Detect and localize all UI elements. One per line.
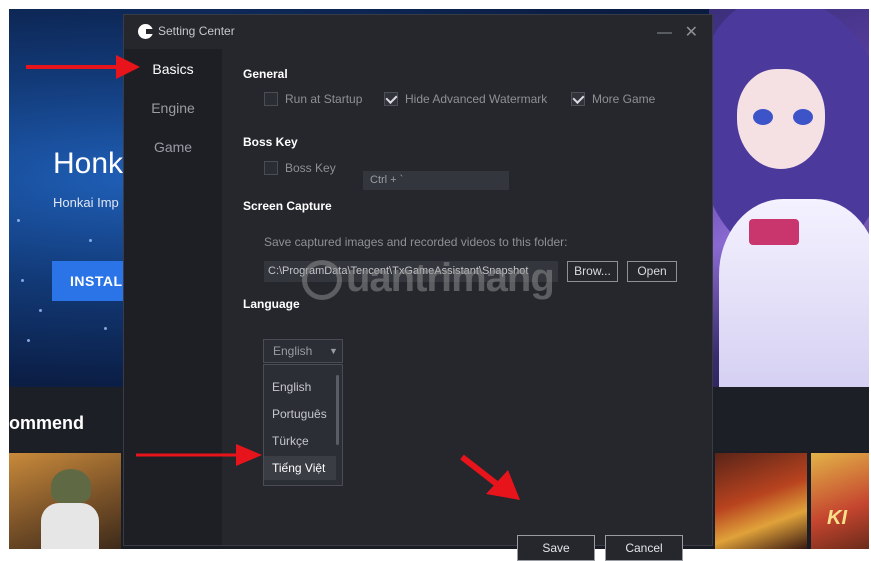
boss-key-shortcut-field[interactable]: Ctrl + ` [363, 171, 509, 190]
game-thumbnail[interactable] [811, 453, 869, 549]
section-title-language: Language [243, 297, 300, 311]
hero-artwork [709, 9, 869, 387]
language-select[interactable]: English ▼ [263, 339, 343, 363]
option-label: Run at Startup [285, 92, 363, 106]
game-thumbnail[interactable] [715, 453, 807, 549]
checkbox-checked-icon[interactable] [571, 92, 585, 106]
checkbox-icon[interactable] [264, 161, 278, 175]
option-label: Boss Key [285, 161, 336, 175]
open-folder-button[interactable]: Open [627, 261, 677, 282]
dialog-title: Setting Center [158, 24, 235, 38]
red-arrow-icon [460, 454, 520, 500]
hero-title: Honk [53, 147, 124, 180]
hide-watermark-option[interactable]: Hide Advanced Watermark [384, 92, 547, 106]
cancel-button[interactable]: Cancel [605, 535, 683, 561]
boss-key-option[interactable]: Boss Key [264, 161, 336, 175]
more-game-option[interactable]: More Game [571, 92, 655, 106]
capture-folder-path-field[interactable]: C:\ProgramData\Tencent\TxGameAssistant\S… [264, 261, 558, 282]
browse-button[interactable]: Brow... [567, 261, 618, 282]
language-option-turkce[interactable]: Türkçe [264, 429, 336, 453]
recommend-heading: ommend [9, 413, 85, 433]
minimize-icon[interactable]: — [657, 24, 672, 41]
option-label: More Game [592, 92, 656, 106]
checkbox-checked-icon[interactable] [384, 92, 398, 106]
save-button[interactable]: Save [517, 535, 595, 561]
option-label: Hide Advanced Watermark [405, 92, 548, 106]
language-option-portugues[interactable]: Português [264, 402, 336, 426]
chevron-down-icon: ▼ [329, 346, 338, 356]
language-dropdown: English Português Türkçe Tiếng Việt [263, 364, 343, 486]
sidebar-item-game[interactable]: Game [124, 139, 222, 155]
hero-subtitle: Honkai Imp [53, 195, 119, 210]
dialog-titlebar[interactable]: Setting Center — ✕ [124, 15, 712, 49]
close-icon[interactable]: ✕ [685, 22, 698, 42]
thumbnail-logo-text: KI [827, 507, 847, 529]
section-title-screen-capture: Screen Capture [243, 199, 332, 213]
run-at-startup-option[interactable]: Run at Startup [264, 92, 362, 106]
language-option-tieng-viet[interactable]: Tiếng Việt [264, 456, 336, 480]
red-arrow-icon [136, 444, 262, 466]
sidebar-item-engine[interactable]: Engine [124, 100, 222, 116]
section-title-boss-key: Boss Key [243, 135, 298, 149]
red-arrow-icon [26, 55, 140, 79]
settings-sidebar: Basics Engine Game [124, 49, 222, 545]
checkbox-icon[interactable] [264, 92, 278, 106]
language-option-english[interactable]: English [264, 375, 336, 399]
capture-description: Save captured images and recorded videos… [264, 235, 568, 249]
app-logo-icon [138, 24, 154, 39]
dropdown-scrollbar[interactable] [336, 375, 339, 445]
section-title-general: General [243, 67, 288, 81]
language-selected-value: English [273, 344, 313, 358]
